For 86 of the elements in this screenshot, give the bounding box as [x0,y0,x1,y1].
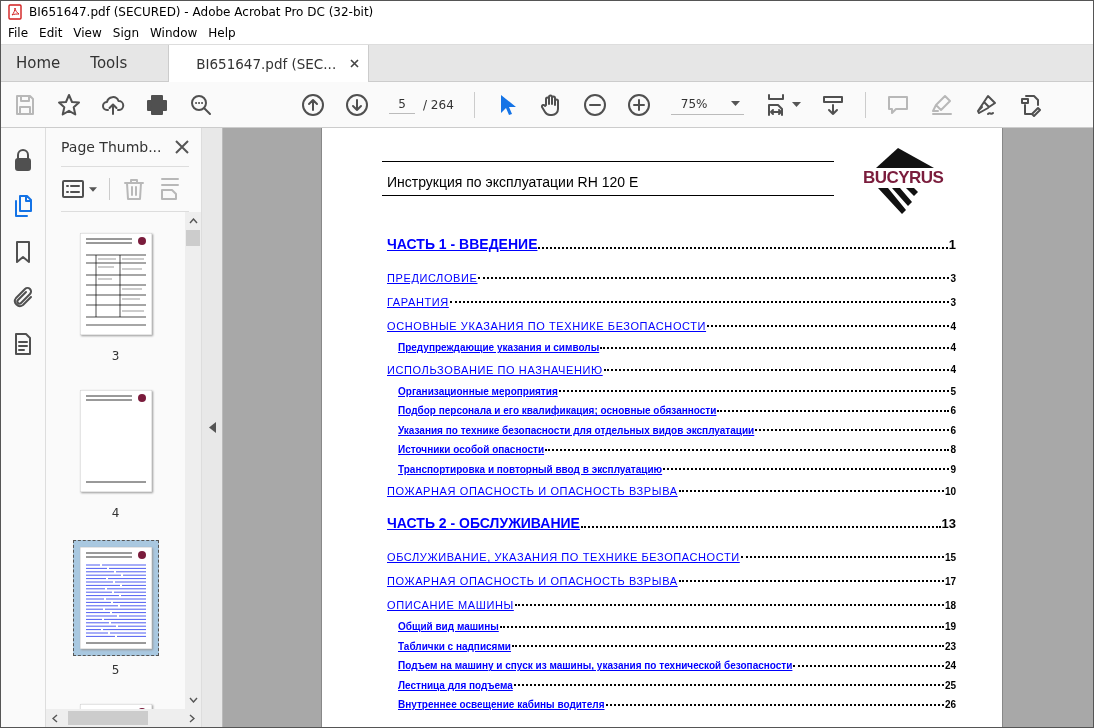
toc-link[interactable]: ЧАСТЬ 2 - ОБСЛУЖИВАНИЕ [387,515,580,531]
scrollbar-thumb[interactable] [186,230,200,246]
toc-link[interactable]: Подъем на машину и спуск из машины, указания по технической безопасности [398,660,793,672]
page-number: 4 [950,320,956,332]
toc-link[interactable]: ЧАСТЬ 1 - ВВЕДЕНИЕ [387,236,538,252]
toc-link[interactable]: ПОЖАРНАЯ ОПАСНОСТЬ И ОПАСНОСТЬ ВЗРЫВА [387,485,678,497]
zoom-in-icon[interactable] [626,92,651,117]
pen-icon[interactable] [974,92,999,117]
page-label: 3 [111,349,120,363]
menu-item[interactable]: Sign [107,26,145,40]
page-number: 13 [941,516,956,531]
scroll-right-icon[interactable] [189,713,195,723]
page-label: 4 [111,506,120,520]
page-number: 26 [944,699,956,711]
star-icon[interactable] [57,92,81,117]
page-number: 4 [950,364,956,375]
toc-link[interactable]: ИСПОЛЬЗОВАНИЕ ПО НАЗНАЧЕНИЮ [387,363,603,376]
menu-item[interactable]: Help [203,26,242,40]
menu-item[interactable]: View [68,26,108,40]
scrollbar[interactable] [185,212,201,709]
page-number: 25 [944,679,956,691]
document-header: Инструкция по эксплуатации RH 120 E [382,161,835,196]
scroll-up-icon[interactable] [188,218,198,224]
toc-link[interactable]: Общий вид машины [398,621,499,633]
logo: BUCYRUS [850,148,956,214]
toc-link[interactable]: ОПИСАНИЕ МАШИНЫ [387,599,514,611]
paperclip-icon[interactable] [11,286,35,310]
toc-link[interactable]: ГАРАНТИЯ [387,296,449,308]
zoom-out-icon[interactable] [582,92,607,117]
menu-item[interactable]: Edit [34,26,69,40]
toc-link[interactable]: ПОЖАРНАЯ ОПАСНОСТЬ И ОПАСНОСТЬ ВЗРЫВА [387,575,678,587]
page-number: 18 [944,599,956,611]
caret-icon [731,101,741,106]
toc-link[interactable]: ОСНОВНЫЕ УКАЗАНИЯ ПО ТЕХНИКЕ БЕЗОПАСНОСТИ [387,320,707,332]
toc-link[interactable]: Указания по технике безопасности для отдельных видов эксплуатации [398,424,755,436]
page-number: 23 [944,640,956,652]
toc-link[interactable]: Организационные мероприятия [398,385,558,397]
menu-item[interactable]: Window [145,26,204,40]
zoom-field[interactable]: 75% [670,94,745,115]
toc-link[interactable]: Подбор персонала и его квалификация; основные обязанности [398,405,717,417]
menu-item[interactable]: File [3,26,35,40]
list-options-icon[interactable] [61,177,85,201]
toc-link[interactable]: Лестница для подъема [398,679,513,691]
page-number: 8 [950,444,956,456]
page-total: / 264 [423,97,454,112]
scrollbar-thumb[interactable] [68,711,148,725]
page-number: 3 [950,272,956,284]
scroll-down-icon[interactable] [188,697,198,703]
page-number: 6 [950,405,956,417]
collapse-panel-icon[interactable] [208,422,216,433]
page-number: 19 [944,621,956,633]
edit-document-icon[interactable] [1018,92,1043,117]
caret-icon[interactable] [89,186,97,192]
page-number: 17 [944,575,956,587]
close-icon[interactable] [175,140,189,154]
toc-link[interactable]: Таблички с надписями [398,640,511,652]
page-number: 10 [944,485,956,497]
toc-link[interactable]: ОБСЛУЖИВАНИЕ, УКАЗАНИЯ ПО ТЕХНИКЕ БЕЗОПАСНОСТИ [387,551,740,563]
panel-title: Page Thumb... [61,139,162,155]
toc-link[interactable]: Предупреждающие указания и символы [398,342,600,354]
page-number: 4 [950,342,956,354]
search-icon[interactable] [189,92,213,117]
tab[interactable]: Home [1,45,76,81]
page-number: 24 [944,660,956,672]
thumbnail-frame[interactable] [72,540,159,656]
page-number: 9 [950,463,956,475]
tab[interactable]: Tools [75,45,143,81]
page-number: 3 [950,296,956,308]
scroll-left-icon[interactable] [52,713,58,723]
page-number: 5 [950,385,956,397]
page-number: 15 [944,551,956,563]
toc-link[interactable]: Транспортировка и повторный ввод в эксплуатацию [398,463,663,475]
toc-link[interactable]: ПРЕДИСЛОВИЕ [387,272,478,284]
page-number-field[interactable]: 5 [389,95,415,114]
tab[interactable]: BI651647.pdf (SEC... [168,45,370,82]
page-number: 1 [948,237,956,252]
toc-link[interactable]: Источники особой опасности [398,444,545,456]
page-number: 6 [950,424,956,436]
scrollbar[interactable] [46,709,201,727]
toc-link[interactable]: Внутреннее освещение кабины водителя [398,699,605,711]
arrow-down-icon[interactable] [345,92,369,117]
page-label: 5 [111,663,120,677]
arrow-up-icon[interactable] [301,92,325,117]
caret-icon[interactable] [792,102,802,107]
window-title: BI651647.pdf (SECURED) - Adobe Acrobat Pro DC (32-bit) [29,4,374,19]
close-icon[interactable] [350,59,360,68]
